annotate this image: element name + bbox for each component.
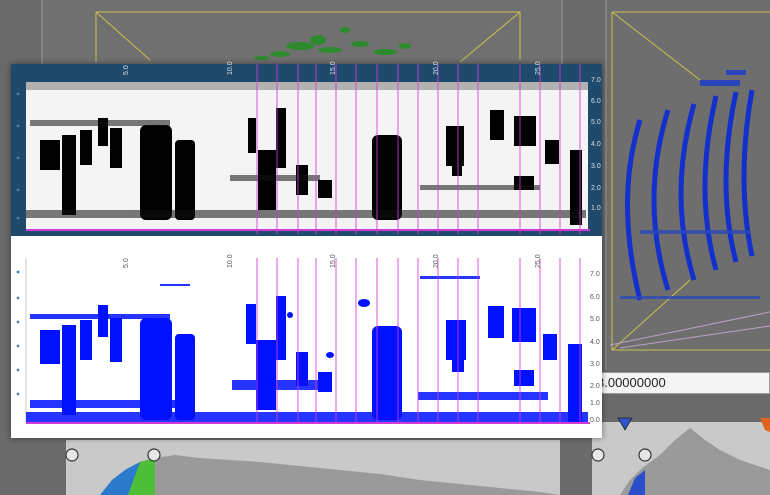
value-input-field[interactable]: 3.00000000 <box>592 372 770 394</box>
histogram-left-handle-min[interactable] <box>65 448 79 462</box>
histogram-left-handle-max[interactable] <box>147 448 161 462</box>
histogram-right-handle[interactable] <box>638 448 652 462</box>
unrolled-tunnel-card <box>11 64 602 438</box>
